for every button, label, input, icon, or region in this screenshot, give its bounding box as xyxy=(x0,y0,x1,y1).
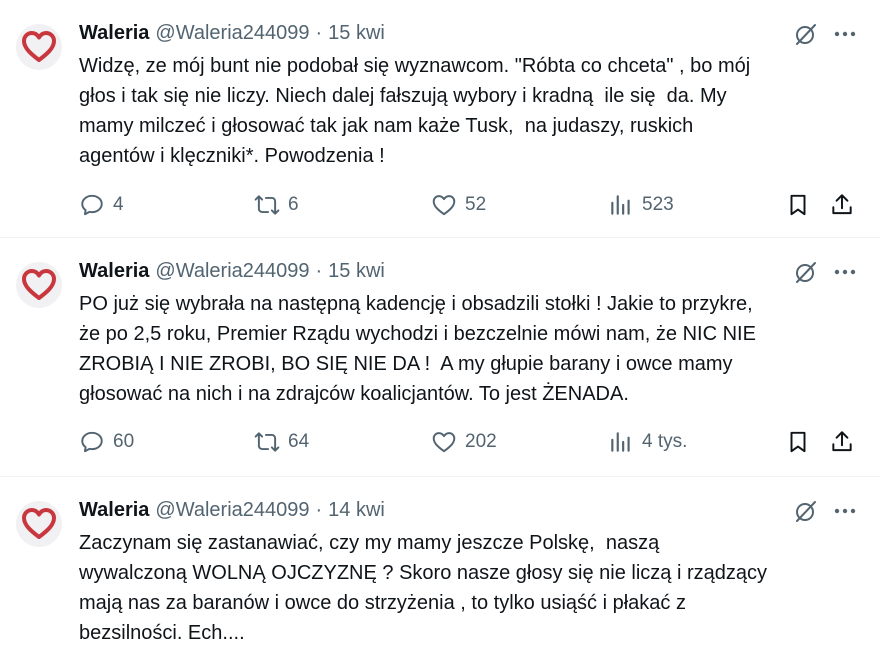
heart-avatar-icon xyxy=(22,508,56,539)
avatar[interactable] xyxy=(16,24,62,70)
like-count: 52 xyxy=(465,194,487,215)
tweet[interactable]: Waleria @Waleria244099 · 14 kwi Zaczynam… xyxy=(0,477,880,656)
bookmark-icon xyxy=(790,431,806,453)
tweet[interactable]: Waleria @Waleria244099 · 15 kwi Widzę, z… xyxy=(0,0,880,238)
like-button[interactable]: 202 xyxy=(431,427,497,457)
share-icon xyxy=(832,194,852,215)
tweet-text: PO już się wybrała na następną kadencję … xyxy=(79,293,756,405)
display-name[interactable]: Waleria xyxy=(79,499,149,522)
reply-icon xyxy=(81,194,103,216)
display-name[interactable]: Waleria xyxy=(79,260,149,283)
bookmark-icon xyxy=(790,194,806,216)
tweet-header: Waleria @Waleria244099 · 15 kwi xyxy=(79,259,860,283)
repost-count: 6 xyxy=(288,194,299,215)
grok-icon[interactable] xyxy=(794,22,818,46)
views-count: 523 xyxy=(642,194,674,215)
avatar[interactable] xyxy=(16,501,62,547)
reply-count: 60 xyxy=(113,431,135,452)
repost-count: 64 xyxy=(288,431,310,452)
like-button[interactable]: 52 xyxy=(431,190,486,220)
more-options-icon[interactable] xyxy=(832,499,858,523)
timestamp[interactable]: 15 kwi xyxy=(328,22,385,45)
separator: · xyxy=(315,259,323,282)
repost-button[interactable]: 64 xyxy=(254,427,309,457)
bookmark-button[interactable] xyxy=(785,427,811,457)
tweet-header: Waleria @Waleria244099 · 15 kwi xyxy=(79,21,860,45)
views-icon xyxy=(611,195,630,215)
heart-avatar-icon xyxy=(22,269,56,300)
views-button[interactable]: 523 xyxy=(608,190,674,220)
views-button[interactable]: 4 tys. xyxy=(608,427,687,457)
reply-button[interactable]: 60 xyxy=(79,427,134,457)
user-handle[interactable]: @Waleria244099 xyxy=(155,260,309,283)
repost-icon xyxy=(254,432,280,452)
action-bar: 60 64 202 4 tys. xyxy=(79,427,860,459)
views-count: 4 tys. xyxy=(642,431,688,452)
timestamp[interactable]: 15 kwi xyxy=(328,260,385,283)
heart-avatar-icon xyxy=(22,31,56,62)
avatar[interactable] xyxy=(16,262,62,308)
reply-button[interactable]: 4 xyxy=(79,190,124,220)
user-handle[interactable]: @Waleria244099 xyxy=(155,22,309,45)
like-count: 202 xyxy=(465,431,497,452)
more-options-icon[interactable] xyxy=(832,22,858,46)
grok-icon[interactable] xyxy=(794,499,818,523)
reply-icon xyxy=(81,431,103,453)
display-name[interactable]: Waleria xyxy=(79,22,149,45)
tweet-text: Zaczynam się zastanawiać, czy my mamy je… xyxy=(79,532,768,644)
more-options-icon[interactable] xyxy=(832,260,858,284)
share-button[interactable] xyxy=(829,427,855,457)
bookmark-button[interactable] xyxy=(785,190,811,220)
grok-icon[interactable] xyxy=(794,260,818,284)
reply-count: 4 xyxy=(113,194,124,215)
share-icon xyxy=(832,431,852,452)
heart-icon xyxy=(432,195,456,216)
repost-icon xyxy=(254,195,280,215)
heart-icon xyxy=(432,432,456,453)
tweet-header: Waleria @Waleria244099 · 14 kwi xyxy=(79,498,860,522)
action-bar: 4 6 52 523 xyxy=(79,190,860,222)
tweet[interactable]: Waleria @Waleria244099 · 15 kwi PO już s… xyxy=(0,238,880,477)
separator: · xyxy=(315,498,323,521)
user-handle[interactable]: @Waleria244099 xyxy=(155,499,309,522)
separator: · xyxy=(315,21,323,44)
timestamp[interactable]: 14 kwi xyxy=(328,499,385,522)
views-icon xyxy=(611,432,630,452)
tweet-text: Widzę, ze mój bunt nie podobał się wyzna… xyxy=(79,55,751,167)
repost-button[interactable]: 6 xyxy=(254,190,299,220)
share-button[interactable] xyxy=(829,190,855,220)
